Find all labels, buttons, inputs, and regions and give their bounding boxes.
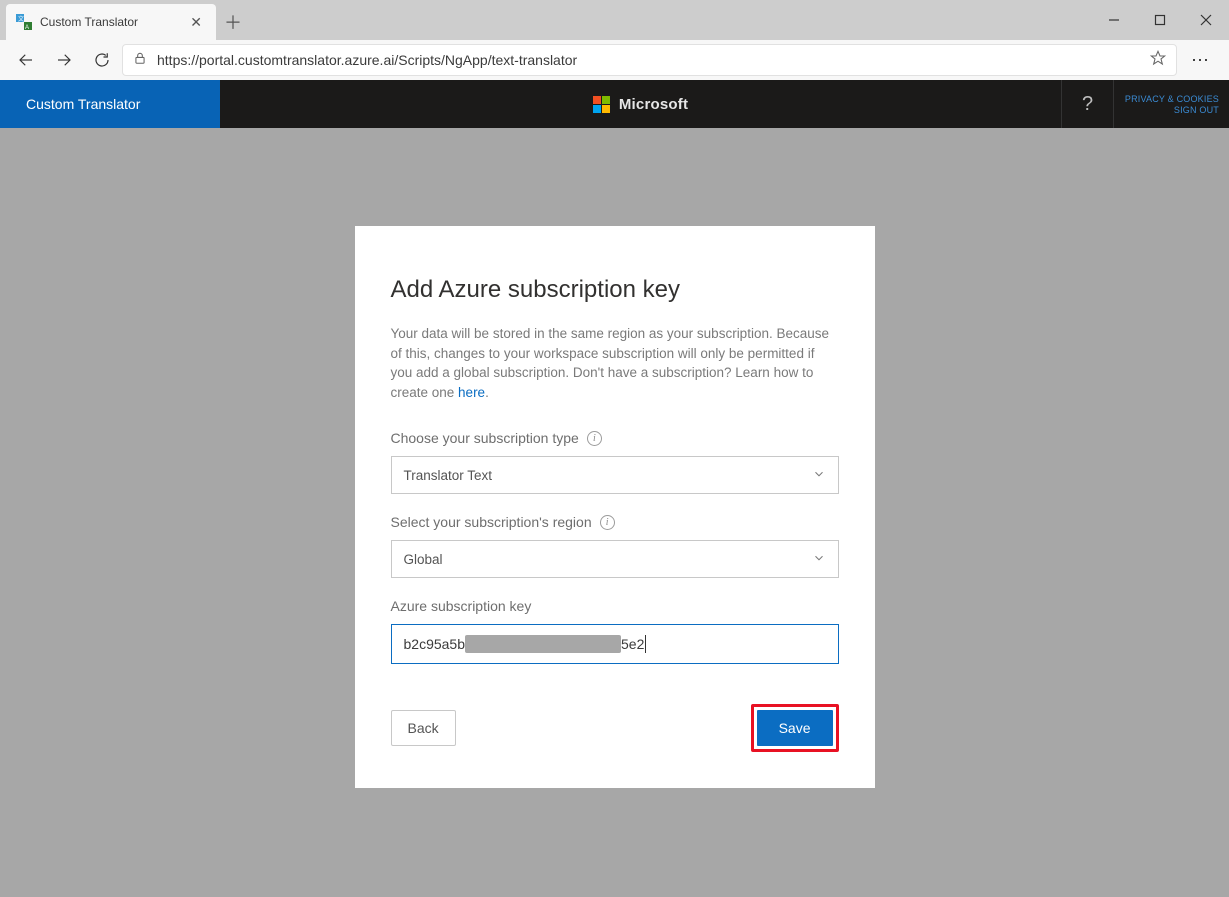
app-header-center: Microsoft bbox=[220, 80, 1061, 128]
microsoft-logo-icon bbox=[593, 95, 611, 113]
region-select[interactable]: Global bbox=[391, 540, 839, 578]
svg-text:文: 文 bbox=[18, 15, 24, 23]
info-icon[interactable]: i bbox=[587, 431, 602, 446]
header-right-links: PRIVACY & COOKIES SIGN OUT bbox=[1113, 80, 1229, 128]
key-value-masked bbox=[465, 635, 621, 653]
svg-text:A: A bbox=[25, 25, 29, 30]
info-icon[interactable]: i bbox=[600, 515, 615, 530]
signout-link[interactable]: SIGN OUT bbox=[1174, 105, 1219, 115]
key-value-right: 5e2 bbox=[621, 636, 644, 652]
privacy-link[interactable]: PRIVACY & COOKIES bbox=[1125, 94, 1219, 104]
window-minimize-button[interactable] bbox=[1091, 0, 1137, 40]
dialog-title: Add Azure subscription key bbox=[391, 276, 839, 304]
app-brand[interactable]: Custom Translator bbox=[0, 80, 220, 128]
subscription-key-label: Azure subscription key bbox=[391, 598, 839, 614]
dialog-description-text: Your data will be stored in the same reg… bbox=[391, 326, 830, 400]
lock-icon bbox=[133, 51, 147, 70]
window-controls bbox=[1091, 0, 1229, 40]
page-content: Add Azure subscription key Your data wil… bbox=[0, 128, 1229, 897]
plus-icon: ＋ bbox=[224, 9, 242, 35]
browser-tabstrip: 文A Custom Translator ✕ ＋ bbox=[0, 0, 1229, 40]
dialog-buttons: Back Save bbox=[391, 704, 839, 752]
address-bar[interactable]: https://portal.customtranslator.azure.ai… bbox=[122, 44, 1177, 76]
app-header: Custom Translator Microsoft ? PRIVACY & … bbox=[0, 80, 1229, 128]
help-button[interactable]: ? bbox=[1061, 80, 1113, 128]
favorite-star-icon[interactable] bbox=[1150, 50, 1166, 71]
subscription-type-value: Translator Text bbox=[404, 468, 493, 483]
window-maximize-button[interactable] bbox=[1137, 0, 1183, 40]
window-close-button[interactable] bbox=[1183, 0, 1229, 40]
new-tab-button[interactable]: ＋ bbox=[216, 4, 250, 40]
key-value-left: b2c95a5b bbox=[404, 636, 466, 652]
region-label: Select your subscription's region i bbox=[391, 514, 839, 530]
subscription-key-input[interactable]: b2c95a5b 5e2 bbox=[391, 624, 839, 664]
nav-refresh-button[interactable] bbox=[84, 42, 120, 78]
dialog-description-suffix: . bbox=[485, 385, 489, 400]
region-value: Global bbox=[404, 552, 443, 567]
add-subscription-key-dialog: Add Azure subscription key Your data wil… bbox=[355, 226, 875, 788]
subscription-type-label-text: Choose your subscription type bbox=[391, 430, 579, 446]
tab-title: Custom Translator bbox=[40, 15, 186, 29]
favicon-translator-icon: 文A bbox=[16, 14, 32, 30]
browser-tab[interactable]: 文A Custom Translator ✕ bbox=[6, 4, 216, 40]
help-icon: ? bbox=[1082, 93, 1093, 116]
address-bar-url: https://portal.customtranslator.azure.ai… bbox=[157, 52, 1140, 68]
region-label-text: Select your subscription's region bbox=[391, 514, 592, 530]
back-button[interactable]: Back bbox=[391, 710, 456, 746]
app-brand-label: Custom Translator bbox=[26, 96, 140, 112]
subscription-key-label-text: Azure subscription key bbox=[391, 598, 532, 614]
chevron-down-icon bbox=[812, 467, 826, 484]
chevron-down-icon bbox=[812, 551, 826, 568]
nav-forward-button[interactable] bbox=[46, 42, 82, 78]
save-button[interactable]: Save bbox=[757, 710, 833, 746]
nav-back-button[interactable] bbox=[8, 42, 44, 78]
subscription-type-select[interactable]: Translator Text bbox=[391, 456, 839, 494]
browser-toolbar: https://portal.customtranslator.azure.ai… bbox=[0, 40, 1229, 80]
create-subscription-link[interactable]: here bbox=[458, 385, 485, 400]
save-button-highlight: Save bbox=[751, 704, 839, 752]
browser-more-button[interactable]: ⋯ bbox=[1179, 42, 1221, 78]
subscription-type-label: Choose your subscription type i bbox=[391, 430, 839, 446]
tab-close-icon[interactable]: ✕ bbox=[186, 14, 206, 31]
microsoft-logo-text: Microsoft bbox=[619, 96, 688, 113]
text-caret bbox=[645, 635, 646, 653]
dialog-description: Your data will be stored in the same reg… bbox=[391, 324, 839, 402]
